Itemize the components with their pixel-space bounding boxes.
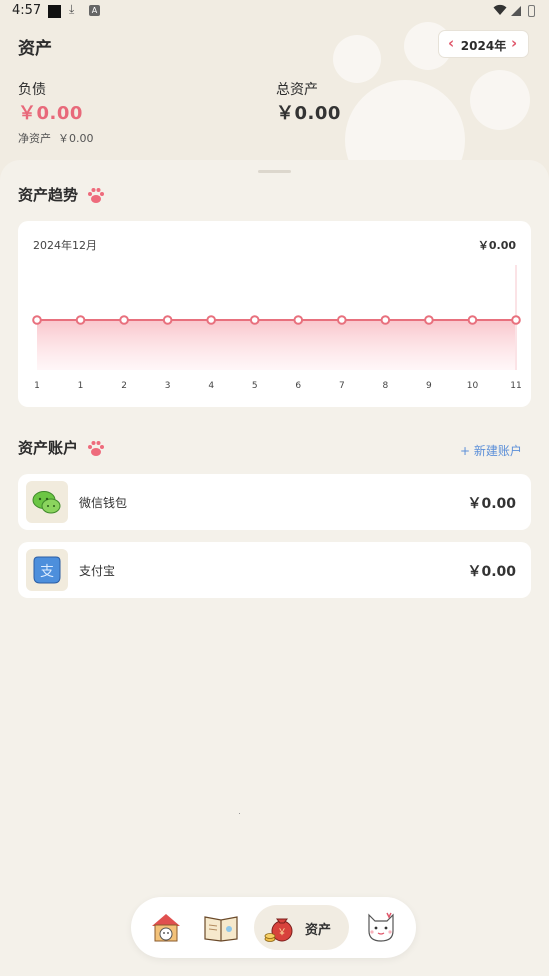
year-picker[interactable]: ‹ 2024年 › xyxy=(438,30,529,58)
decor-bubble xyxy=(333,35,381,83)
battery-icon xyxy=(528,5,535,17)
cat-profile-icon xyxy=(368,912,394,942)
a-icon: A xyxy=(89,5,100,16)
tab-ledger[interactable] xyxy=(203,911,239,947)
total-assets-label: 总资产 xyxy=(276,82,318,98)
paw-icon xyxy=(88,441,105,456)
net-assets-row: 净资产 ￥0.00 xyxy=(18,130,94,146)
decor-bubble xyxy=(470,70,530,130)
wechat-icon xyxy=(26,481,68,523)
sheet-drag-handle[interactable] xyxy=(258,170,291,173)
account-item-wechat[interactable]: 微信钱包 ￥0.00 xyxy=(18,474,531,530)
net-assets-value: ￥0.00 xyxy=(58,132,94,145)
page-title: 资产 xyxy=(18,39,52,59)
tab-profile[interactable] xyxy=(363,909,399,949)
add-account-button[interactable]: + 新建账户 xyxy=(460,442,522,459)
svg-text:支: 支 xyxy=(40,564,54,580)
account-name: 微信钱包 xyxy=(79,496,128,510)
account-value: ￥0.00 xyxy=(467,496,516,512)
trend-section-title: 资产趋势 xyxy=(18,184,105,205)
debt-label: 负债 xyxy=(18,82,46,98)
status-bar: 4:57 ⤓ A xyxy=(0,0,549,24)
notification-square-icon xyxy=(48,5,61,18)
chart-month-label: 2024年12月 xyxy=(33,239,97,252)
notebook-icon xyxy=(204,916,238,942)
net-assets-label: 净资产 xyxy=(18,132,51,145)
account-name: 支付宝 xyxy=(79,564,116,578)
debt-value: ￥0.00 xyxy=(18,103,83,124)
tab-assets-icon-wrap[interactable]: ￥ xyxy=(264,911,296,947)
cat-house-icon xyxy=(152,914,180,942)
paw-icon xyxy=(88,188,105,203)
chevron-right-icon[interactable]: › xyxy=(511,34,517,52)
account-value: ￥0.00 xyxy=(467,564,516,580)
chart-total-label: ￥0.00 xyxy=(477,239,516,252)
accounts-section-title: 资产账户 xyxy=(18,437,105,458)
accounts-title: 资产账户 xyxy=(18,439,79,457)
signal-icon xyxy=(511,6,521,16)
total-assets-value: ￥0.00 xyxy=(276,103,341,124)
bottom-tab-bar: ￥ 资产 xyxy=(131,897,416,958)
svg-text:￥: ￥ xyxy=(277,928,286,938)
trend-title: 资产趋势 xyxy=(18,186,79,204)
decor-dot xyxy=(239,813,240,814)
status-time: 4:57 xyxy=(12,3,42,18)
money-bag-icon: ￥ xyxy=(264,918,293,942)
download-icon: ⤓ xyxy=(69,2,75,16)
wifi-icon xyxy=(493,4,507,15)
tab-home[interactable] xyxy=(149,911,183,947)
tab-assets-label: 资产 xyxy=(305,923,332,938)
account-item-alipay[interactable]: 支 支付宝 ￥0.00 xyxy=(18,542,531,598)
alipay-icon: 支 xyxy=(26,549,68,591)
